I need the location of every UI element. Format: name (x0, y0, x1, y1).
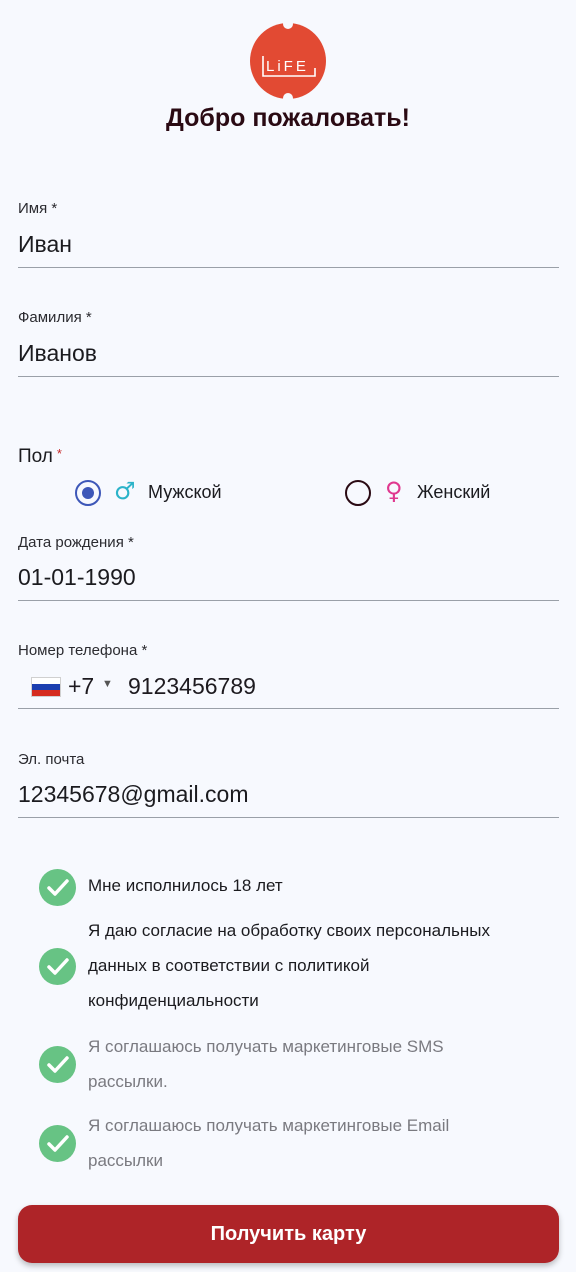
country-code[interactable]: +7 (68, 673, 94, 700)
consent-text-age: Мне исполнилось 18 лет (88, 876, 283, 895)
svg-text:LiFE: LiFE (266, 58, 309, 75)
gender-label: Пол * (18, 446, 62, 467)
phone-label: Номер телефона * (18, 642, 148, 659)
phone-field[interactable]: Номер телефона * (18, 642, 559, 709)
first-name-input[interactable]: Иван (18, 231, 72, 258)
consent-text-email: Я соглашаюсь получать маркетинговые Emai… (88, 1116, 450, 1170)
female-radio[interactable] (345, 480, 371, 506)
russia-flag-icon[interactable] (31, 677, 61, 697)
check-icon (47, 1056, 69, 1073)
check-icon (47, 879, 69, 896)
female-label[interactable]: Женский (417, 482, 490, 503)
page-title: Добро пожаловать! (166, 104, 410, 132)
check-icon (47, 958, 69, 975)
male-radio[interactable] (75, 480, 101, 506)
email-input[interactable]: 12345678@gmail.com (18, 781, 248, 808)
last-name-label: Фамилия * (18, 309, 92, 326)
birth-date-label: Дата рождения * (18, 534, 134, 551)
birth-date-field[interactable]: Дата рождения * 01-01-1990 (18, 534, 559, 601)
male-label[interactable]: Мужской (148, 482, 222, 503)
phone-input[interactable]: 9123456789 (128, 673, 256, 700)
consent-checkbox-sms[interactable] (39, 1046, 76, 1083)
consent-checkbox-age[interactable] (39, 869, 76, 906)
get-card-button[interactable]: Получить карту (18, 1205, 559, 1263)
email-label: Эл. почта (18, 751, 85, 768)
consent-text-sms: Я соглашаюсь получать маркетинговые SMS … (88, 1037, 444, 1091)
last-name-field[interactable]: Фамилия * Иванов (18, 309, 559, 377)
consent-checkbox-email[interactable] (39, 1125, 76, 1162)
male-icon: ♂ (114, 477, 136, 505)
last-name-input[interactable]: Иванов (18, 340, 97, 367)
email-field[interactable]: Эл. почта 12345678@gmail.com (18, 751, 559, 818)
first-name-label: Имя * (18, 200, 58, 217)
consent-checkbox-personal-data[interactable] (39, 948, 76, 985)
first-name-field[interactable]: Имя * Иван (18, 200, 559, 268)
check-icon (47, 1135, 69, 1152)
chevron-down-icon[interactable]: ▼ (102, 678, 113, 690)
female-icon: ♀ (385, 477, 403, 505)
birth-date-input[interactable]: 01-01-1990 (18, 564, 136, 591)
required-mark: * (56, 446, 62, 461)
consent-text-personal-data: Я даю согласие на обработку своих персон… (88, 921, 490, 1010)
life-logo: LiFE (250, 22, 326, 100)
